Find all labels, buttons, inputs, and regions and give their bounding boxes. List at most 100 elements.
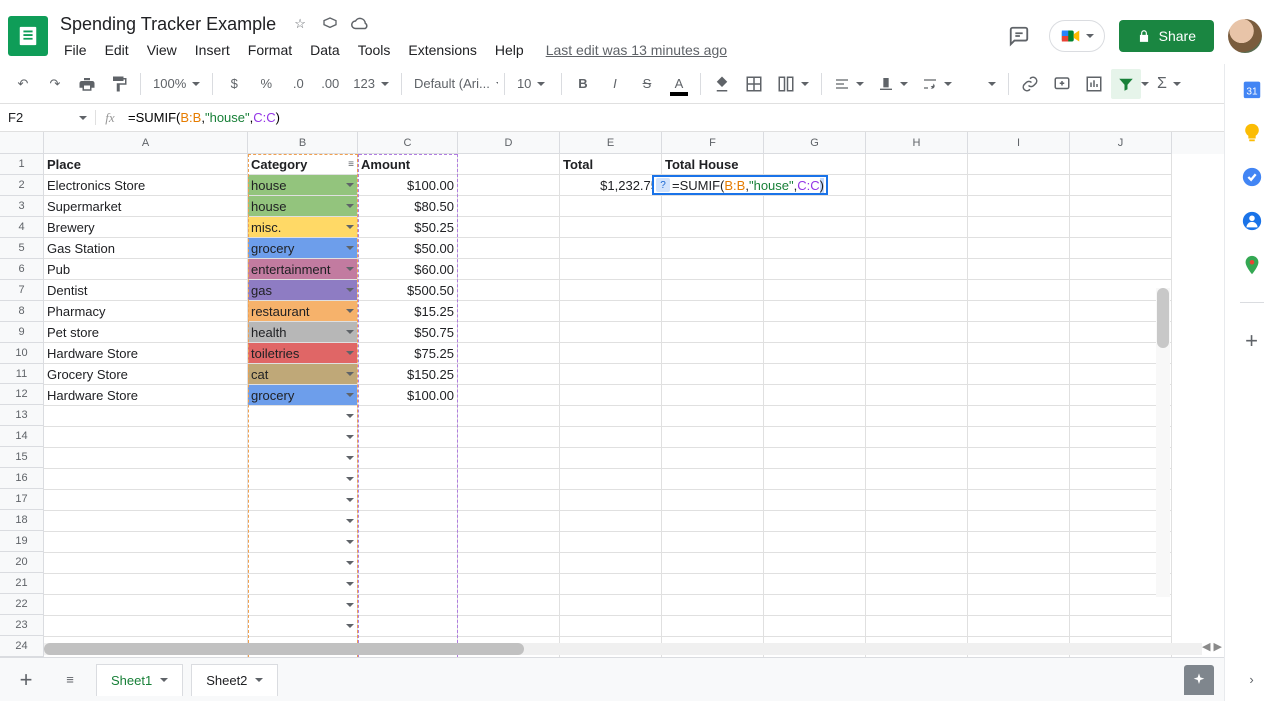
- cell[interactable]: [1070, 259, 1172, 280]
- cell[interactable]: [662, 511, 764, 532]
- increase-decimal-icon[interactable]: .00: [315, 69, 345, 99]
- scroll-nav-arrows[interactable]: ◀ ▶: [1202, 640, 1222, 653]
- menu-data[interactable]: Data: [302, 38, 348, 62]
- cell[interactable]: [458, 385, 560, 406]
- cell[interactable]: [866, 385, 968, 406]
- cell[interactable]: grocery: [248, 238, 358, 259]
- cell[interactable]: [248, 616, 358, 637]
- sheet-tab-1[interactable]: Sheet1: [96, 664, 183, 696]
- cell[interactable]: [560, 385, 662, 406]
- cell[interactable]: [968, 322, 1070, 343]
- row-head[interactable]: 17: [0, 489, 44, 510]
- cloud-status-icon[interactable]: [350, 14, 370, 34]
- row-head[interactable]: 12: [0, 384, 44, 405]
- sheet-tab-2[interactable]: Sheet2: [191, 664, 278, 696]
- cell[interactable]: [248, 553, 358, 574]
- cell[interactable]: [458, 490, 560, 511]
- calendar-icon[interactable]: 31: [1241, 78, 1263, 100]
- menu-view[interactable]: View: [139, 38, 185, 62]
- cell[interactable]: [358, 616, 458, 637]
- cell[interactable]: [44, 448, 248, 469]
- cell[interactable]: [1070, 175, 1172, 196]
- tasks-icon[interactable]: [1241, 166, 1263, 188]
- row-head[interactable]: 23: [0, 615, 44, 636]
- cell-editor[interactable]: ?=SUMIF(B:B,"house",C:C): [652, 175, 828, 195]
- dropdown-icon[interactable]: [346, 582, 354, 586]
- row-head[interactable]: 11: [0, 364, 44, 385]
- explore-button[interactable]: [1184, 665, 1214, 695]
- dropdown-icon[interactable]: [346, 456, 354, 460]
- cell[interactable]: [1070, 154, 1172, 175]
- cell[interactable]: [358, 427, 458, 448]
- cell[interactable]: Total: [560, 154, 662, 175]
- cell[interactable]: Supermarket: [44, 196, 248, 217]
- cell[interactable]: [358, 448, 458, 469]
- row-head[interactable]: 20: [0, 552, 44, 573]
- dropdown-icon[interactable]: [346, 267, 354, 271]
- row-head[interactable]: 5: [0, 238, 44, 259]
- row-head[interactable]: 16: [0, 468, 44, 489]
- cell[interactable]: [248, 469, 358, 490]
- formula-input[interactable]: =SUMIF(B:B,"house",C:C): [124, 106, 1278, 129]
- cell[interactable]: [662, 616, 764, 637]
- row-head[interactable]: 21: [0, 573, 44, 594]
- cell[interactable]: [968, 406, 1070, 427]
- menu-extensions[interactable]: Extensions: [400, 38, 484, 62]
- cell[interactable]: [560, 364, 662, 385]
- cell[interactable]: [968, 364, 1070, 385]
- menu-file[interactable]: File: [56, 38, 95, 62]
- row-head[interactable]: 19: [0, 531, 44, 552]
- cell[interactable]: $50.25: [358, 217, 458, 238]
- cell[interactable]: [358, 532, 458, 553]
- cell[interactable]: [866, 469, 968, 490]
- cell[interactable]: $100.00: [358, 385, 458, 406]
- cell[interactable]: [458, 511, 560, 532]
- paint-format-icon[interactable]: [104, 69, 134, 99]
- dropdown-icon[interactable]: [346, 183, 354, 187]
- cell[interactable]: [866, 343, 968, 364]
- cell[interactable]: [458, 301, 560, 322]
- cell[interactable]: [458, 595, 560, 616]
- cell[interactable]: [560, 322, 662, 343]
- col-head-E[interactable]: E: [560, 132, 662, 154]
- doc-title[interactable]: Spending Tracker Example: [56, 13, 280, 36]
- vertical-scrollbar[interactable]: [1156, 288, 1170, 597]
- avatar[interactable]: [1228, 19, 1262, 53]
- cell[interactable]: [458, 448, 560, 469]
- cell[interactable]: [662, 322, 764, 343]
- cell[interactable]: [662, 406, 764, 427]
- row-head[interactable]: 22: [0, 594, 44, 615]
- cell[interactable]: [458, 280, 560, 301]
- move-icon[interactable]: [320, 14, 340, 34]
- strikethrough-icon[interactable]: S: [632, 69, 662, 99]
- cell[interactable]: [764, 364, 866, 385]
- merge-cells-icon[interactable]: [771, 75, 815, 93]
- dropdown-icon[interactable]: [346, 435, 354, 439]
- dropdown-icon[interactable]: [346, 477, 354, 481]
- cell[interactable]: Place: [44, 154, 248, 175]
- cell[interactable]: [458, 364, 560, 385]
- cell[interactable]: [968, 385, 1070, 406]
- cell[interactable]: [968, 280, 1070, 301]
- col-head-J[interactable]: J: [1070, 132, 1172, 154]
- cell[interactable]: [1070, 595, 1172, 616]
- cell[interactable]: [764, 385, 866, 406]
- cell[interactable]: [458, 427, 560, 448]
- cell[interactable]: [560, 301, 662, 322]
- cell[interactable]: [44, 490, 248, 511]
- cell[interactable]: Total House: [662, 154, 764, 175]
- menu-help[interactable]: Help: [487, 38, 532, 62]
- cell[interactable]: [764, 595, 866, 616]
- cell[interactable]: [458, 217, 560, 238]
- cell[interactable]: [866, 175, 968, 196]
- cell[interactable]: [866, 553, 968, 574]
- cell[interactable]: Amount: [358, 154, 458, 175]
- cell[interactable]: [968, 175, 1070, 196]
- undo-icon[interactable]: ↶: [8, 69, 38, 99]
- cell[interactable]: [968, 553, 1070, 574]
- cell[interactable]: [248, 595, 358, 616]
- dropdown-icon[interactable]: [346, 624, 354, 628]
- cell[interactable]: [866, 574, 968, 595]
- cell[interactable]: Brewery: [44, 217, 248, 238]
- borders-icon[interactable]: [739, 69, 769, 99]
